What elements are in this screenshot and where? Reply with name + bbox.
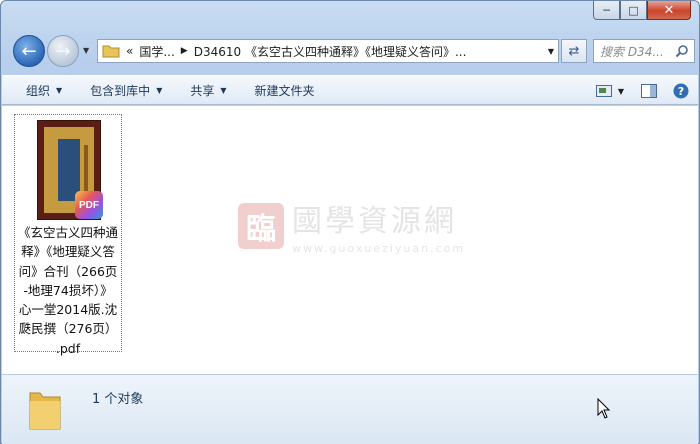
preview-pane-button[interactable] bbox=[640, 83, 658, 99]
folder-icon bbox=[102, 45, 120, 58]
new-folder-button[interactable]: 新建文件夹 bbox=[241, 75, 329, 105]
watermark-title: 國學資源網 bbox=[292, 204, 457, 239]
cover-side-stripe bbox=[84, 145, 88, 195]
share-menu[interactable]: 共享 ▼ bbox=[176, 75, 240, 105]
search-placeholder: 搜索 D34... bbox=[600, 44, 664, 59]
share-label: 共享 bbox=[190, 83, 215, 98]
search-icon bbox=[675, 45, 688, 58]
forward-button[interactable]: → bbox=[47, 35, 79, 67]
navigation-bar: ← → ▼ « 国学... ▶ D34610 《玄空古义四种通释》《地理疑义答问… bbox=[9, 35, 695, 67]
organize-label: 组织 bbox=[26, 83, 51, 98]
watermark: 臨 國學資源網 www.guoxueziyuan.com bbox=[238, 196, 465, 255]
file-name-line: 释》《地理疑义答 bbox=[21, 244, 115, 260]
view-controls: ▼ ? bbox=[594, 76, 690, 106]
breadcrumb-item-current[interactable]: D34610 《玄空古义四种通释》《地理疑义答问》... bbox=[194, 43, 467, 60]
chevron-down-icon: ▼ bbox=[220, 85, 227, 95]
refresh-button[interactable]: ⇄ bbox=[561, 39, 587, 63]
close-button[interactable]: ✕ bbox=[647, 1, 691, 20]
new-folder-label: 新建文件夹 bbox=[254, 83, 315, 98]
maximize-button[interactable]: □ bbox=[620, 1, 647, 20]
back-button[interactable]: ← bbox=[13, 35, 45, 67]
file-name-line: 问》合刊（266页 bbox=[18, 263, 118, 279]
refresh-icon: ⇄ bbox=[568, 43, 580, 59]
address-dropdown-icon[interactable]: ▼ bbox=[548, 47, 554, 56]
forward-arrow-icon: → bbox=[55, 40, 71, 62]
command-bar: 组织 ▼ 包含到库中 ▼ 共享 ▼ 新建文件夹 ▼ ? bbox=[2, 75, 698, 105]
search-input[interactable]: 搜索 D34... bbox=[593, 39, 695, 63]
explorer-window: ─ □ ✕ ← → ▼ « 国学... ▶ D34610 《玄空古义四种通释》《… bbox=[0, 0, 700, 444]
file-name-line: 《玄空古义四种通 bbox=[17, 225, 118, 240]
file-name: 《玄空古义四种通 释》《地理疑义答 问》合刊（266页 -地理74损坏）》 心一… bbox=[16, 223, 120, 358]
file-list-area[interactable]: PDF 《玄空古义四种通 释》《地理疑义答 问》合刊（266页 -地理74损坏）… bbox=[2, 106, 698, 374]
preview-pane-icon bbox=[641, 84, 657, 98]
file-name-line: -地理74损坏）》 bbox=[23, 282, 113, 298]
watermark-logo: 臨 bbox=[238, 202, 284, 249]
breadcrumb-overflow[interactable]: « bbox=[126, 44, 133, 58]
help-icon: ? bbox=[673, 83, 689, 99]
chevron-down-icon: ▼ bbox=[156, 85, 163, 95]
svg-text:?: ? bbox=[678, 85, 684, 98]
include-in-library-label: 包含到库中 bbox=[90, 83, 151, 98]
organize-menu[interactable]: 组织 ▼ bbox=[2, 75, 76, 105]
caption-buttons: ─ □ ✕ bbox=[593, 1, 691, 20]
folder-icon bbox=[29, 392, 61, 430]
watermark-text-block: 國學資源網 www.guoxueziyuan.com bbox=[292, 196, 465, 255]
chevron-down-icon[interactable]: ▼ bbox=[618, 87, 624, 96]
chevron-down-icon: ▼ bbox=[56, 85, 63, 95]
change-view-button[interactable]: ▼ bbox=[594, 83, 626, 99]
minimize-button[interactable]: ─ bbox=[593, 1, 620, 20]
details-pane: 1 个对象 bbox=[2, 374, 698, 444]
recent-pages-dropdown[interactable]: ▼ bbox=[83, 46, 89, 55]
file-name-line: 心一堂2014版.沈 bbox=[18, 302, 118, 318]
breadcrumb-item[interactable]: 国学... bbox=[139, 43, 174, 60]
breadcrumb-separator-icon[interactable]: ▶ bbox=[181, 46, 188, 56]
back-arrow-icon: ← bbox=[21, 40, 37, 62]
include-in-library-menu[interactable]: 包含到库中 ▼ bbox=[76, 75, 176, 105]
address-bar[interactable]: « 国学... ▶ D34610 《玄空古义四种通释》《地理疑义答问》... ▼ bbox=[97, 39, 559, 63]
file-name-line: 瓞民撰（276页） bbox=[18, 321, 118, 337]
help-button[interactable]: ? bbox=[672, 83, 690, 99]
pdf-app-icon: PDF bbox=[75, 191, 103, 219]
item-count: 1 个对象 bbox=[92, 392, 144, 407]
watermark-url: www.guoxueziyuan.com bbox=[292, 242, 466, 255]
mouse-cursor-icon bbox=[597, 398, 611, 419]
file-item[interactable]: PDF 《玄空古义四种通 释》《地理疑义答 问》合刊（266页 -地理74损坏）… bbox=[14, 114, 122, 356]
view-icon bbox=[595, 85, 612, 97]
file-name-line: .pdf bbox=[55, 340, 81, 356]
